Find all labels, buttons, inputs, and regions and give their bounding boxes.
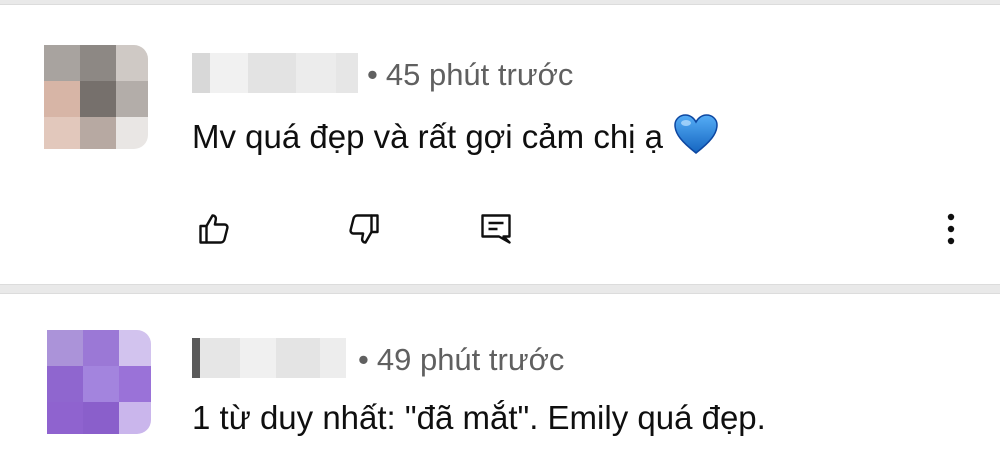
dislike-button[interactable] — [342, 207, 386, 251]
author-name-blurred[interactable] — [192, 338, 346, 378]
avatar[interactable] — [44, 45, 148, 149]
author-name-blurred[interactable] — [192, 53, 358, 93]
avatar[interactable] — [47, 330, 151, 434]
comment-meta: • 45 phút trước — [367, 55, 573, 95]
comment-text-content: 1 từ duy nhất: "đã mắt". Emily quá đẹp. — [192, 399, 766, 436]
reply-button[interactable] — [474, 207, 518, 251]
comment-text: Mv quá đẹp và rất gợi cảm chị ạ — [192, 113, 719, 166]
more-vertical-icon — [947, 213, 955, 245]
comment-meta: • 49 phút trước — [358, 340, 564, 380]
comment-time: 49 phút trước — [376, 342, 565, 377]
comment-text-content: Mv quá đẹp và rất gợi cảm chị ạ — [192, 118, 664, 156]
meta-separator: • — [358, 342, 369, 377]
thumbs-up-icon — [199, 214, 229, 244]
comment-time: 45 phút trước — [385, 57, 574, 92]
more-actions-button[interactable] — [929, 207, 973, 251]
meta-separator: • — [367, 57, 378, 92]
comment-text: 1 từ duy nhất: "đã mắt". Emily quá đẹp. — [192, 396, 766, 440]
comment-card: • 49 phút trước 1 từ duy nhất: "đã mắt". … — [0, 293, 1000, 459]
blue-heart-icon — [673, 113, 719, 166]
like-button[interactable] — [192, 207, 236, 251]
reply-icon — [481, 214, 511, 244]
comment-card: • 45 phút trước Mv quá đẹp và rất gợi cảm… — [0, 4, 1000, 285]
thumbs-down-icon — [349, 214, 379, 244]
